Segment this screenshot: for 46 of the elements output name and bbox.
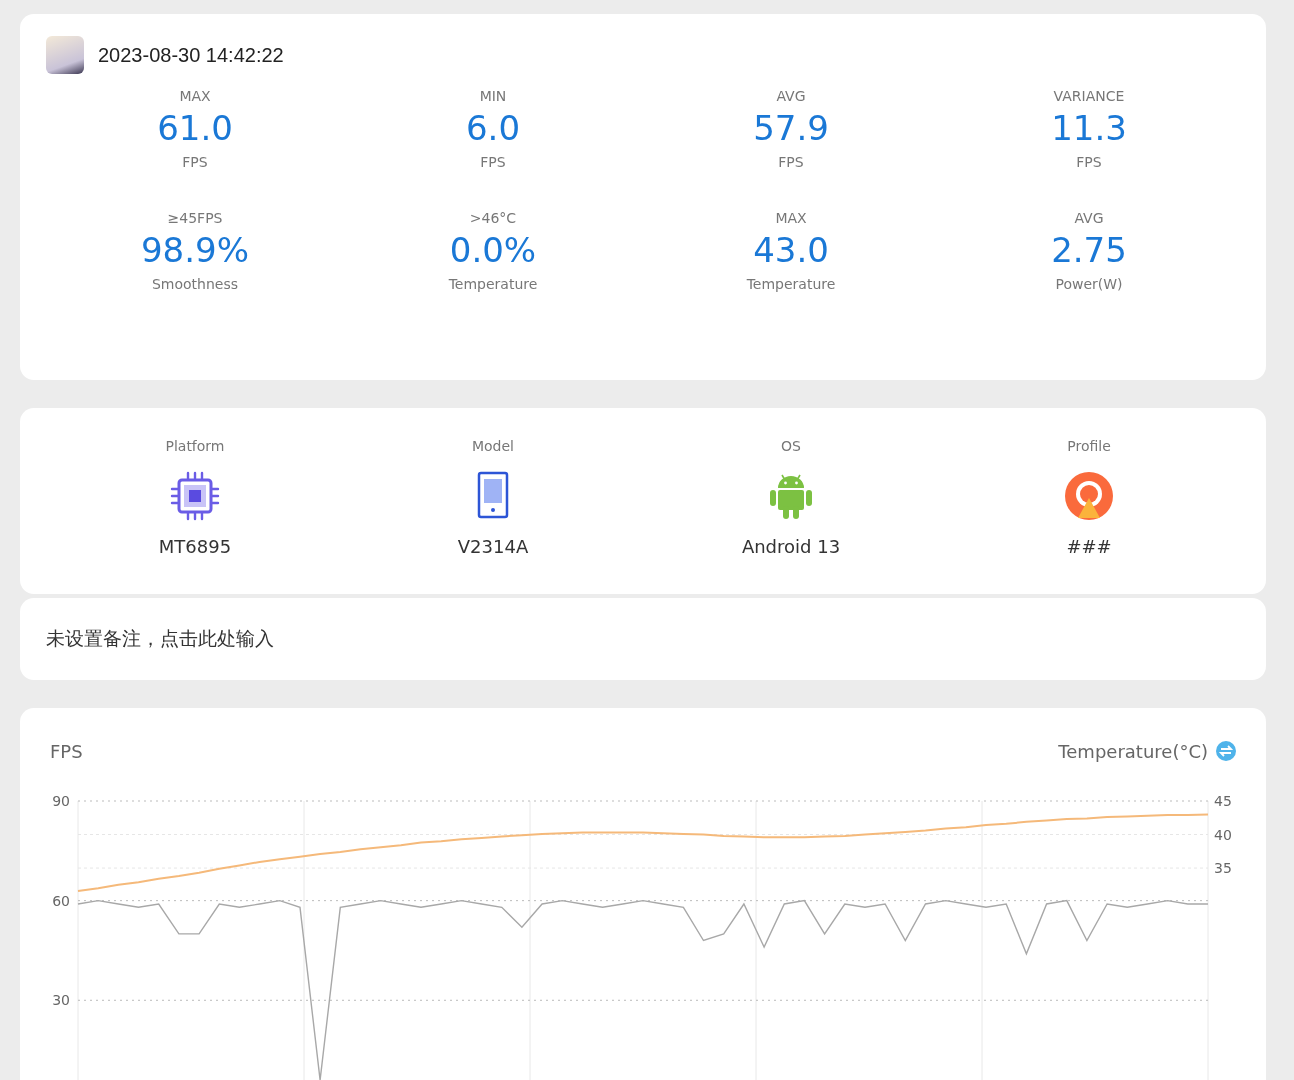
device-label: Platform	[165, 438, 225, 454]
device-value: MT6895	[158, 536, 232, 557]
stat-label: MAX	[179, 88, 211, 104]
stat-label: MAX	[775, 210, 807, 226]
temperature-tick-label: 40	[1214, 826, 1232, 843]
stat-unit: Temperature	[746, 276, 836, 292]
stat-value: 11.3	[1051, 107, 1127, 150]
device-label: OS	[781, 438, 801, 454]
stat-label: VARIANCE	[1053, 88, 1125, 104]
device-value: V2314A	[457, 536, 529, 557]
stat-label: >46°C	[469, 210, 517, 226]
temperature-tick-label: 45	[1214, 793, 1232, 809]
profile-icon	[1063, 470, 1115, 522]
swap-icon[interactable]	[1216, 741, 1236, 761]
device-label: Model	[471, 438, 514, 454]
stat-unit: Temperature	[448, 276, 538, 292]
stat-value: 0.0%	[449, 229, 537, 272]
stat-label: AVG	[776, 88, 806, 104]
app-icon-placeholder	[46, 36, 84, 74]
stat-unit: FPS	[1076, 154, 1102, 170]
device-label: Profile	[1067, 438, 1111, 454]
fps-tick-label: 60	[52, 892, 70, 909]
stat-value: 6.0	[465, 107, 521, 150]
stat-unit: FPS	[778, 154, 804, 170]
temperature-axis-title: Temperature(°C)	[1058, 740, 1208, 762]
stat-label: AVG	[1074, 210, 1104, 226]
temperature-tick-label: 35	[1214, 860, 1232, 877]
stat-value: 2.75	[1051, 229, 1127, 272]
fps-tick-label: 90	[52, 793, 70, 809]
chip-icon	[169, 470, 221, 522]
device-value: Android 13	[741, 536, 841, 557]
note-field[interactable]: 未设置备注，点击此处输入	[20, 598, 1266, 680]
fps-axis-title: FPS	[50, 740, 83, 762]
stat-unit: FPS	[480, 154, 506, 170]
timestamp: 2023-08-30 14:42:22	[98, 43, 284, 67]
stat-value: 43.0	[753, 229, 829, 272]
stat-label: MIN	[479, 88, 507, 104]
fps-tick-label: 30	[52, 992, 70, 1009]
stat-value: 98.9%	[141, 229, 249, 272]
stat-value: 61.0	[157, 107, 233, 150]
stat-unit: FPS	[182, 154, 208, 170]
stat-unit: Power(W)	[1055, 276, 1123, 292]
device-value: ###	[1066, 536, 1112, 557]
stat-value: 57.9	[753, 107, 829, 150]
stat-unit: Smoothness	[151, 276, 239, 292]
stat-label: ≥45FPS	[167, 210, 223, 226]
